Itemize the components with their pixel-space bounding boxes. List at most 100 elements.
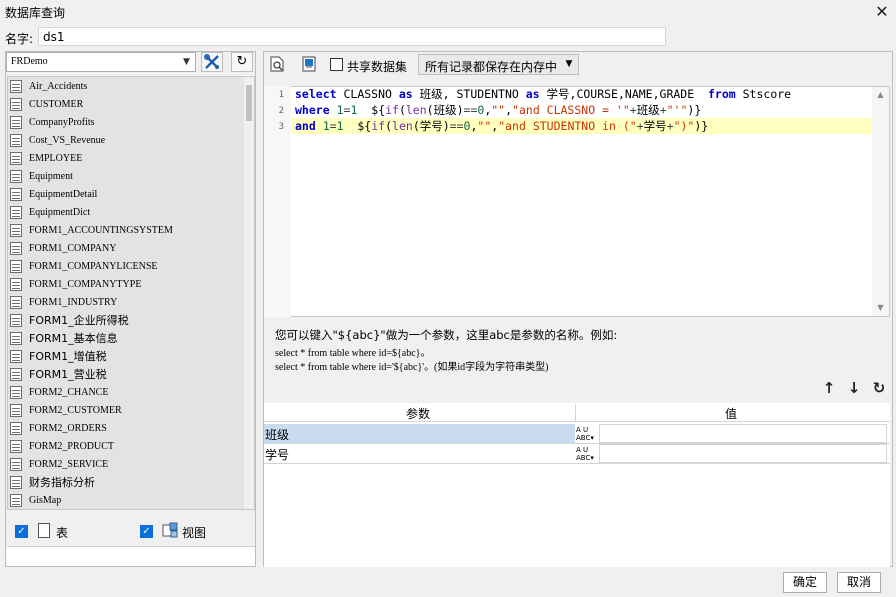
param-name-cell[interactable]: 学号 — [264, 444, 575, 463]
table-list-item[interactable]: FORM1_COMPANYLICENSE — [8, 257, 254, 275]
param-value-input[interactable] — [599, 444, 887, 463]
table-list-item[interactable]: FORM2_CHANCE — [8, 383, 254, 401]
table-name: FORM2_CHANCE — [29, 386, 109, 398]
table-list-item[interactable]: FORM1_营业税 — [8, 365, 254, 383]
table-list-item[interactable]: 财务指标分析 — [8, 473, 254, 491]
table-list-item[interactable]: Air_Accidents — [8, 77, 254, 95]
table-icon — [10, 385, 22, 399]
table-list-item[interactable]: GisMap — [8, 491, 254, 509]
datasource-select-value: FRDemo — [11, 56, 48, 67]
table-list-item[interactable]: EquipmentDetail — [8, 185, 254, 203]
header-value: 值 — [725, 407, 738, 421]
header-divider — [575, 404, 576, 421]
view-filter-checkbox[interactable]: ✓ — [140, 525, 153, 538]
abc-type-icon[interactable]: A U ABC▾ — [576, 444, 598, 463]
datasource-select[interactable]: FRDemo — [6, 52, 196, 72]
help-text-line3: select * from table where id='${abc}'。(如… — [275, 362, 549, 373]
sql-line-3[interactable]: and 1=1 ${if(len(学号)==0,"","and STUDENTN… — [295, 118, 708, 134]
table-filter-checkbox[interactable]: ✓ — [15, 525, 28, 538]
chevron-down-icon[interactable]: ▼ — [178, 53, 195, 71]
table-name: FORM1_增值税 — [29, 350, 107, 363]
table-list-item[interactable]: Equipment — [8, 167, 254, 185]
sql-line-1[interactable]: select CLASSNO as 班级, STUDENTNO as 学号,CO… — [295, 86, 791, 102]
share-dataset-checkbox[interactable] — [330, 58, 343, 71]
edit-query-icon — [302, 56, 316, 72]
table-list-item[interactable]: FORM1_基本信息 — [8, 329, 254, 347]
table-list-item[interactable]: FORM1_增值税 — [8, 347, 254, 365]
connection-config-button[interactable] — [201, 52, 223, 72]
table-icon — [10, 115, 22, 129]
param-value-input[interactable] — [599, 424, 887, 443]
table-name: FORM1_企业所得税 — [29, 314, 129, 327]
move-down-button[interactable]: ↓ — [846, 380, 862, 396]
table-name: FORM2_PRODUCT — [29, 440, 115, 452]
table-list-item[interactable]: FORM2_ORDERS — [8, 419, 254, 437]
table-icon — [10, 169, 22, 183]
query-editor-button[interactable] — [300, 55, 320, 75]
table-name: Equipment — [29, 170, 73, 182]
table-list-scroll-thumb[interactable] — [246, 85, 252, 121]
chevron-down-icon[interactable]: ▼ — [561, 55, 577, 74]
table-icon — [10, 457, 22, 471]
cancel-button[interactable]: 取消 — [837, 572, 881, 593]
line-number: 1 — [278, 90, 284, 100]
table-name: FORM1_COMPANY — [29, 242, 117, 254]
refresh-params-button[interactable]: ↻ — [871, 380, 887, 396]
table-name: FORM1_ACCOUNTINGSYSTEM — [29, 224, 173, 236]
table-list-item[interactable]: FORM2_CUSTOMER — [8, 401, 254, 419]
table-list[interactable]: Air_Accidents CUSTOMER CompanyProfits Cost_… — [7, 76, 255, 510]
ok-button[interactable]: 确定 — [783, 572, 827, 593]
table-list-item[interactable]: FORM1_ACCOUNTINGSYSTEM — [8, 221, 254, 239]
table-list-item[interactable]: EquipmentDict — [8, 203, 254, 221]
share-dataset-label: 共享数据集 — [347, 60, 408, 74]
database-query-dialog: 数据库查询 ✕ 名字: FRDemo ▼ ↻ Air_Accidents CUST… — [0, 0, 896, 597]
line-number-gutter — [264, 86, 291, 317]
refresh-icon: ↻ — [872, 379, 886, 397]
memory-mode-select[interactable]: 所有记录都保存在内存中 — [418, 54, 579, 75]
help-text-line2: select * from table where id=${abc}。 — [275, 348, 431, 359]
table-list-item[interactable]: FORM1_COMPANY — [8, 239, 254, 257]
table-list-item[interactable]: FORM2_PRODUCT — [8, 437, 254, 455]
table-name: FORM1_INDUSTRY — [29, 296, 118, 308]
close-button[interactable]: ✕ — [872, 2, 892, 22]
table-list-item[interactable]: FORM1_INDUSTRY — [8, 293, 254, 311]
sql-line-2[interactable]: where 1=1 ${if(len(班级)==0,"","and CLASSN… — [295, 102, 701, 118]
table-icon — [10, 97, 22, 111]
table-icon — [10, 493, 22, 507]
table-list-item[interactable]: Cost_VS_Revenue — [8, 131, 254, 149]
preview-icon — [270, 56, 284, 72]
table-search-field[interactable] — [7, 546, 255, 566]
arrow-up-icon: ↑ — [822, 379, 836, 397]
help-text-line1: 您可以键入"${abc}"做为一个参数，这里abc是参数的名称。例如: — [275, 328, 618, 342]
name-input[interactable] — [38, 27, 666, 46]
table-icon — [10, 205, 22, 219]
table-list-item[interactable]: FORM1_企业所得税 — [8, 311, 254, 329]
preview-button[interactable] — [268, 55, 288, 75]
table-list-item[interactable]: FORM2_SERVICE — [8, 455, 254, 473]
refresh-list-button[interactable]: ↻ — [231, 52, 253, 72]
table-name: FORM2_SERVICE — [29, 458, 109, 470]
table-name: CompanyProfits — [29, 116, 95, 128]
scroll-up-icon[interactable]: ▲ — [872, 87, 889, 103]
table-list-item[interactable]: CUSTOMER — [8, 95, 254, 113]
scroll-down-icon[interactable]: ▼ — [872, 300, 889, 316]
view-icon — [162, 522, 178, 538]
table-list-item[interactable]: FORM1_COMPANYTYPE — [8, 275, 254, 293]
table-list-item[interactable]: CompanyProfits — [8, 113, 254, 131]
param-name-cell[interactable]: 班级 — [264, 424, 575, 443]
table-name: Air_Accidents — [29, 80, 88, 92]
abc-type-icon[interactable]: A U ABC▾ — [576, 424, 598, 443]
table-name: FORM1_基本信息 — [29, 332, 118, 345]
table-icon — [10, 331, 22, 345]
table-name: EquipmentDict — [29, 206, 91, 218]
move-up-button[interactable]: ↑ — [821, 380, 837, 396]
table-list-scrollbar[interactable] — [244, 77, 254, 509]
table-icon — [10, 277, 22, 291]
table-list-item[interactable]: EMPLOYEE — [8, 149, 254, 167]
table-icon — [10, 79, 22, 93]
editor-scrollbar[interactable] — [872, 87, 889, 316]
table-name: EMPLOYEE — [29, 152, 83, 164]
table-name: 财务指标分析 — [29, 476, 95, 489]
table-name: Cost_VS_Revenue — [29, 134, 106, 146]
table-icon — [10, 439, 22, 453]
